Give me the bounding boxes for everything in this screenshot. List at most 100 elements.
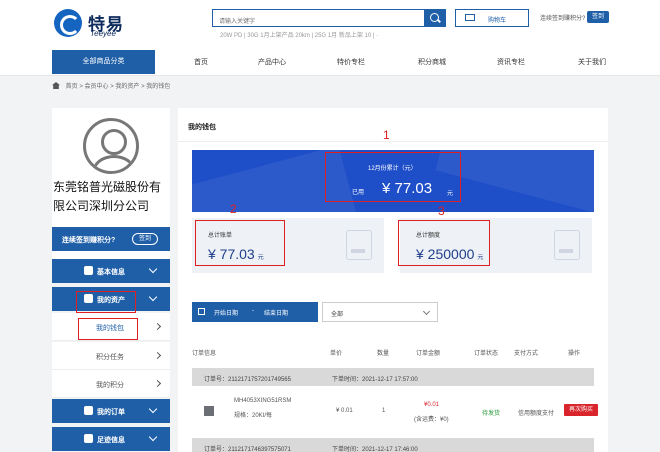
highlight-box-bill [195,220,285,266]
quantity: 1 [382,408,386,414]
home-icon [52,82,60,89]
order-amount: ¥0.01 [424,402,440,408]
buy-again-button[interactable]: 再次购买 [564,404,598,416]
crumb-home[interactable]: 首页 [66,84,78,90]
highlight-box-my-assets [76,291,136,313]
product-thumbnail[interactable] [204,406,214,416]
date-range-picker[interactable]: 开始日期 - 结束日期 [192,302,318,322]
order-time: 下单时间：2021-12-17 17:57:00 [332,377,418,383]
sidebar-subitem-points-tasks[interactable]: 积分任务 [52,342,170,370]
search-button[interactable] [424,9,446,27]
calendar-icon [198,308,205,315]
crumb-my-wallet: 我的钱包 [146,84,171,90]
avatar[interactable] [83,118,139,174]
brand-logo[interactable]: 特易 Teeyee [54,9,164,39]
crumb-sep: > [141,84,145,90]
col-status: 订单状态 [474,351,499,357]
cart-icon [465,14,475,21]
annotation-number: 2 [230,202,237,216]
header-signin-button[interactable]: 签到 [587,11,609,23]
sidebar-signin-text: 连续签到赚积分? [62,237,116,244]
sidebar-subitem-my-points[interactable]: 我的积分 [52,370,170,398]
col-price: 单价 [330,351,343,357]
shipping-fee: (含运费：¥0) [414,417,449,423]
highlight-box-credit [398,220,490,266]
annotation-number: 3 [438,204,445,218]
chevron-down-icon [148,292,158,302]
payment-method: 信用额度支付 [518,411,555,417]
product-spec: 规格：20KI/每 [234,413,273,419]
col-payment: 支付方式 [514,351,539,357]
nav-specials[interactable]: 特价专栏 [337,57,365,67]
chevron-right-icon [153,322,162,331]
date-separator: - [252,308,254,314]
breadcrumb: 首页 > 会员中心 > 我的资产 > 我的钱包 [52,81,170,90]
chevron-down-icon [148,264,158,274]
order-number: 订单号：2112171746397575071 [204,447,291,452]
crumb-my-assets[interactable]: 我的资产 [115,84,139,90]
product-name[interactable]: MH4053XING51RSM [234,398,291,404]
sidebar-signin-button[interactable]: 签到 [132,233,158,245]
bill-icon [346,230,372,260]
chevron-right-icon [153,379,162,388]
table-header: 订单信息 单价 数量 订单金额 订单状态 支付方式 操作 [192,348,594,360]
order-header-row: 订单号：2112171746397575071 下单时间：2021-12-17 … [192,438,594,452]
cart-button[interactable]: 购物车 [455,9,529,27]
sidebar-item-label: 基本信息 [97,269,125,276]
chevron-down-icon [148,404,158,414]
col-action: 操作 [568,351,581,357]
top-header: 特易 Teeyee 20W PD | 30G 1月上架产品 20km | 25G… [0,0,660,48]
end-date[interactable]: 结束日期 [264,308,288,317]
sidebar-signin-box: 连续签到赚积分? 签到 [52,227,170,251]
sidebar-item-label: 积分任务 [96,354,124,361]
col-qty: 数量 [377,351,390,357]
status-badge: 待发货 [482,411,501,417]
crumb-sep: > [79,84,83,90]
crumb-member-center[interactable]: 会员中心 [85,84,109,90]
highlight-box-my-wallet [78,318,138,340]
order-time: 下单时间：2021-12-17 17:46:00 [332,447,418,452]
order-icon [84,406,93,415]
unit-price: ¥ 0.01 [336,408,353,414]
search-box [212,9,446,30]
chevron-down-icon [422,307,431,316]
chevron-down-icon [148,432,158,442]
sidebar-item-footprints[interactable]: 足迹信息 [52,427,170,451]
start-date[interactable]: 开始日期 [214,308,238,317]
sidebar-item-my-orders[interactable]: 我的订单 [52,399,170,423]
all-categories-button[interactable]: 全部商品分类 [52,50,155,74]
sidebar-item-label: 足迹信息 [97,437,125,444]
nav-home[interactable]: 首页 [194,57,208,67]
company-name: 东莞铭普光磁股份有限公司深圳分公司 [53,180,162,213]
sidebar-item-basic-info[interactable]: 基本信息 [52,259,170,283]
footprint-icon [84,434,93,443]
sidebar-item-label: 我的积分 [96,382,124,389]
divider [178,141,608,142]
col-amount: 订单金额 [416,351,441,357]
search-input[interactable] [213,14,413,30]
highlight-box-monthly [325,152,461,202]
logo-icon [54,9,82,37]
sidebar-item-label: 我的订单 [97,409,125,416]
col-order-info: 订单信息 [192,351,217,357]
status-select[interactable]: 全部 [322,302,438,322]
nav-products[interactable]: 产品中心 [258,57,286,67]
order-header-row: 订单号：2112171757201749565 下单时间：2021-12-17 … [192,368,594,386]
signin-prompt: 连续签到赚积分? [540,16,586,22]
table-row: MH4053XING51RSM 规格：20KI/每 ¥ 0.01 1 ¥0.01… [192,388,598,434]
nav-about[interactable]: 关于我们 [578,57,606,67]
hot-search-words[interactable]: 20W PD | 30G 1月上架产品 20km | 25G 1月 新品上架 1… [220,30,378,39]
nav-points-mall[interactable]: 积分商城 [418,57,446,67]
credit-icon [554,230,580,260]
nav-news[interactable]: 资讯专栏 [497,57,525,67]
annotation-number: 1 [383,128,390,142]
select-value: 全部 [331,312,344,318]
main-nav: 全部商品分类 首页 产品中心 特价专栏 积分商城 资讯专栏 关于我们 [0,48,660,76]
order-number: 订单号：2112171757201749565 [204,377,291,383]
page-title: 我的钱包 [188,124,216,131]
crumb-sep: > [110,84,114,90]
brand-name-en: Teeyee [90,29,116,38]
user-icon [84,266,93,275]
cart-label: 购物车 [488,18,507,24]
chevron-right-icon [153,351,162,360]
